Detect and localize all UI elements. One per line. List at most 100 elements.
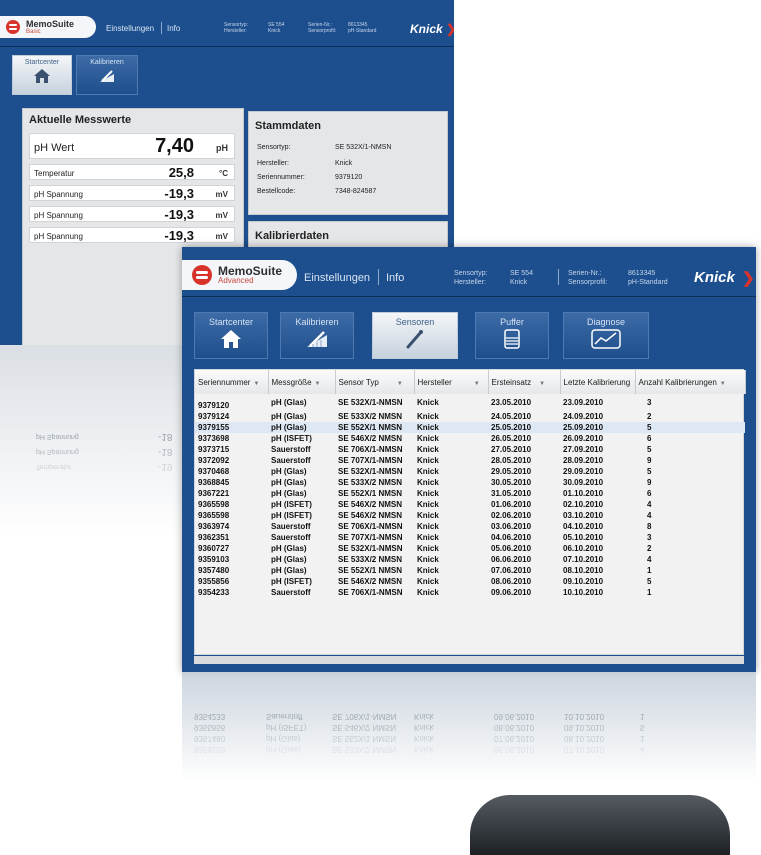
table-cell: 02.10.2010 bbox=[563, 500, 604, 509]
table-row[interactable]: 9365598 pH (ISFET) SE 546X/2 NMSN Knick 01.0… bbox=[195, 499, 745, 510]
column-header-seriennummer[interactable]: Seriennummer ▼ bbox=[195, 370, 269, 394]
table-row[interactable]: 9373698 pH (ISFET) SE 546X/2 NMSN Knick 26.0… bbox=[195, 433, 745, 444]
column-header-letzte-kalibrierung[interactable]: Letzte Kalibrierung▼ bbox=[560, 370, 636, 394]
tab-startcenter[interactable]: Startcenter bbox=[194, 312, 268, 359]
column-header-ersteinsatz[interactable]: Ersteinsatz ▼ bbox=[488, 370, 561, 394]
table-row[interactable]: 9363974 Sauerstoff SE 706X/1-NMSN Knick 03.0… bbox=[195, 521, 745, 532]
table-row[interactable]: 9355856 pH (ISFET) SE 546X/2 NMSN Knick 08.0… bbox=[195, 576, 745, 587]
divider bbox=[378, 269, 379, 285]
table-cell: 09.10.2010 bbox=[563, 577, 604, 586]
table-row[interactable]: 9379120 pH (Glas) SE 532X/1-NMSN Knick 23.05… bbox=[195, 394, 745, 411]
measurement-value: 25,8 bbox=[168, 165, 194, 180]
tab-label: Startcenter bbox=[208, 317, 254, 327]
table-row[interactable]: 9372092 Sauerstoff SE 707X/1-NMSN Knick 28.0… bbox=[195, 455, 745, 466]
table-cell: 06.06.2010 bbox=[491, 555, 532, 564]
memosuite-logo[interactable]: MemoSuite Basic bbox=[0, 16, 96, 38]
tab-kalibrieren[interactable]: Kalibrieren bbox=[280, 312, 354, 359]
column-header-hersteller[interactable]: Hersteller ▼ bbox=[414, 370, 489, 394]
table-row[interactable]: 9357480 pH (Glas) SE 552X/1 NMSN Knick 07.06… bbox=[195, 565, 745, 576]
table-row[interactable]: 9379155 pH (Glas) SE 552X/1 NMSN Knick 25.05… bbox=[195, 422, 745, 433]
table-cell: pH (ISFET) bbox=[271, 500, 312, 509]
table-cell: 24.05.2010 bbox=[491, 412, 532, 421]
stammdaten-key: Sensortyp: bbox=[257, 144, 291, 151]
table-cell: SE 546X/2 NMSN bbox=[338, 500, 403, 509]
table-row[interactable]: 9379124 pH (Glas) SE 533X/2 NMSN Knick 24.05… bbox=[195, 411, 745, 422]
column-header-messgroesse[interactable]: Messgröße ▼ bbox=[268, 370, 336, 394]
info-link[interactable]: Info bbox=[386, 272, 404, 284]
table-cell: SE 552X/1 NMSN bbox=[338, 566, 403, 575]
table-row[interactable]: 9373715 Sauerstoff SE 706X/1-NMSN Knick 27.0… bbox=[195, 444, 745, 455]
reflection-text: pH (Glas) bbox=[266, 734, 301, 743]
info-link[interactable]: Info bbox=[167, 24, 180, 33]
meta-value: 8613345 bbox=[628, 270, 656, 277]
knick-arrow-icon: ❯ bbox=[742, 270, 755, 287]
tab-kalibrieren[interactable]: Kalibrieren bbox=[76, 55, 138, 95]
tab-diagnose[interactable]: Diagnose bbox=[563, 312, 649, 359]
measurement-name: pH Spannung bbox=[34, 232, 83, 241]
measurement-value: -19,3 bbox=[164, 207, 194, 222]
table-cell: 9 bbox=[647, 456, 652, 465]
tab-label: Puffer bbox=[500, 317, 524, 327]
tab-startcenter[interactable]: Startcenter bbox=[12, 55, 72, 95]
measurement-title: Aktuelle Messwerte bbox=[29, 114, 132, 126]
meta-value: SE 554 bbox=[510, 270, 533, 277]
meta-label: Sensorprofil: bbox=[308, 28, 337, 35]
table-cell: 10.10.2010 bbox=[563, 588, 604, 597]
measurement-name: pH Spannung bbox=[34, 190, 83, 199]
memosuite-logo[interactable]: MemoSuite Advanced bbox=[182, 260, 297, 290]
tab-sensoren[interactable]: Sensoren bbox=[372, 312, 458, 359]
table-cell: 28.09.2010 bbox=[563, 456, 604, 465]
table-cell: pH (Glas) bbox=[271, 467, 307, 476]
sort-arrow-icon: ▼ bbox=[314, 380, 321, 387]
column-header-anzahl-kalibrierungen[interactable]: Anzahl Kalibrierungen ▼ bbox=[635, 370, 746, 394]
table-cell: pH (ISFET) bbox=[271, 577, 312, 586]
diagnose-icon bbox=[591, 329, 621, 349]
table-row[interactable]: 9367221 pH (Glas) SE 552X/1 NMSN Knick 31.05… bbox=[195, 488, 745, 499]
table-cell: SE 552X/1 NMSN bbox=[335, 422, 414, 433]
tab-label: Diagnose bbox=[586, 317, 626, 327]
stammdaten-card: Stammdaten Sensortyp: SE 532X/1-NMSN Her… bbox=[248, 111, 448, 215]
column-header-sensor-typ[interactable]: Sensor Typ ▼ bbox=[335, 370, 415, 394]
column-label: Anzahl Kalibrierungen bbox=[638, 377, 717, 387]
knick-logo: Knick bbox=[694, 269, 735, 286]
table-cell: Knick bbox=[417, 500, 439, 509]
table-row[interactable]: 9362351 Sauerstoff SE 707X/1-NMSN Knick 04.0… bbox=[195, 532, 745, 543]
table-cell: 9362351 bbox=[198, 533, 230, 542]
table-cell: 02.06.2010 bbox=[491, 511, 532, 520]
table-cell: 9365598 bbox=[198, 511, 230, 520]
measurement-value: 7,40 bbox=[155, 135, 194, 157]
app-header: MemoSuite Advanced Einstellungen Info Se… bbox=[182, 247, 756, 297]
reflection-text: Knick bbox=[414, 745, 434, 754]
table-cell: pH (Glas) bbox=[271, 555, 307, 564]
table-cell: 25.05.2010 bbox=[488, 422, 560, 433]
reflection-text: 09.10.2010 bbox=[564, 723, 605, 732]
table-cell: 23.05.2010 bbox=[491, 398, 532, 407]
table-row[interactable]: 9368845 pH (Glas) SE 533X/2 NMSN Knick 30.05… bbox=[195, 477, 745, 488]
reflection-text: Knick bbox=[414, 734, 434, 743]
table-row[interactable]: 9370468 pH (Glas) SE 532X/1-NMSN Knick 29.05… bbox=[195, 466, 745, 477]
device-edge bbox=[470, 795, 730, 855]
table-row[interactable]: 9365598 pH (ISFET) SE 546X/2 NMSN Knick 02.0… bbox=[195, 510, 745, 521]
tab-puffer[interactable]: Puffer bbox=[475, 312, 549, 359]
column-label: Sensor Typ bbox=[338, 377, 379, 387]
table-cell: 4 bbox=[647, 555, 652, 564]
table-cell: 2 bbox=[647, 544, 652, 553]
table-cell: 08.06.2010 bbox=[491, 577, 532, 586]
table-cell: pH (ISFET) bbox=[271, 511, 312, 520]
memosuite-logo-icon bbox=[192, 265, 212, 285]
table-cell: 04.10.2010 bbox=[563, 522, 604, 531]
measurement-row: Temperatur 25,8 °C bbox=[29, 164, 235, 180]
table-row[interactable]: 9360727 pH (Glas) SE 532X/1-NMSN Knick 05.06… bbox=[195, 543, 745, 554]
table-row[interactable]: 9354233 Sauerstoff SE 706X/1-NMSN Knick 09.0… bbox=[195, 587, 745, 598]
table-row[interactable]: 9359103 pH (Glas) SE 533X/2 NMSN Knick 06.06… bbox=[195, 554, 745, 565]
settings-link[interactable]: Einstellungen bbox=[304, 272, 370, 284]
table-cell: 31.05.2010 bbox=[491, 489, 532, 498]
table-cell: 04.06.2010 bbox=[491, 533, 532, 542]
measurement-row: pH Spannung -19,3 mV bbox=[29, 227, 235, 243]
reflection-text: 10.10.2010 bbox=[564, 712, 605, 721]
sensor-list-panel: Seriennummer ▼ Messgröße ▼ Sensor Typ ▼ Her… bbox=[194, 369, 746, 655]
table-cell: 05.06.2010 bbox=[491, 544, 532, 553]
table-cell: 1 bbox=[647, 566, 652, 575]
table-cell: 9379124 bbox=[198, 412, 230, 421]
settings-link[interactable]: Einstellungen bbox=[106, 24, 154, 33]
